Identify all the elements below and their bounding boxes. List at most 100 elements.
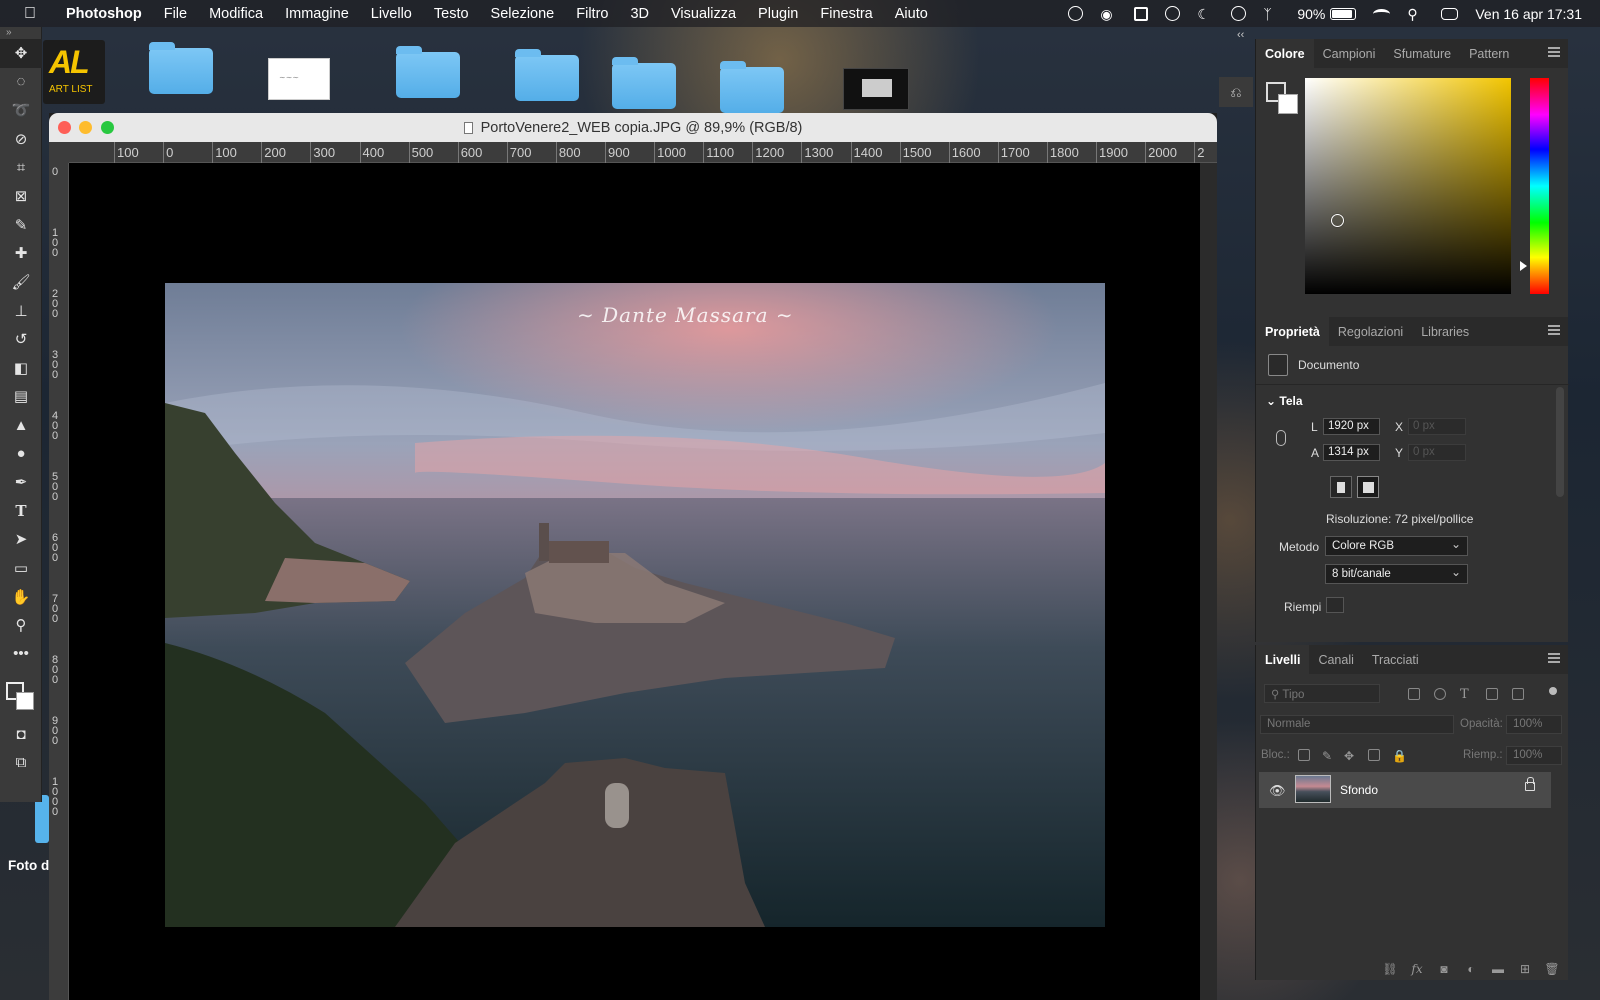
- blend-mode-select[interactable]: Normale: [1260, 715, 1454, 734]
- menu-3d[interactable]: 3D: [630, 6, 649, 22]
- color-panel-swatches[interactable]: [1266, 82, 1302, 118]
- canvas-section-header[interactable]: ⌄ Tela: [1266, 394, 1303, 408]
- layer-thumbnail[interactable]: [1295, 775, 1331, 803]
- document-titlebar[interactable]: PortoVenere2_WEB copia.JPG @ 89,9% (RGB/…: [49, 113, 1217, 142]
- tab-sfumature[interactable]: Sfumature: [1384, 39, 1460, 68]
- new-group-icon[interactable]: ▬: [1491, 962, 1505, 976]
- background-color-swatch[interactable]: [1278, 94, 1298, 114]
- menu-visualizza[interactable]: Visualizza: [671, 6, 736, 22]
- properties-scrollbar[interactable]: [1556, 387, 1564, 497]
- desktop-item-label[interactable]: Foto d: [8, 858, 49, 873]
- menu-file[interactable]: File: [164, 6, 187, 22]
- search-icon[interactable]: ⚲: [1407, 6, 1424, 22]
- horizontal-ruler[interactable]: 100 0 100 200 300 400 500 600 700 800 900 1000 1100 1…: [69, 142, 1217, 163]
- lock-artboard-icon[interactable]: [1368, 749, 1380, 761]
- app-name-menu[interactable]: Photoshop: [66, 6, 142, 22]
- vertical-ruler[interactable]: 0 1 0 0 2 0 0 3 0 0 4 0 0 5 0 0 6 0 0 7 0 0 8 0 …: [49, 163, 69, 1000]
- history-brush-tool-icon[interactable]: ↺: [0, 325, 42, 354]
- canvas-area[interactable]: ∼ Dante Massara ∼: [69, 163, 1200, 1000]
- creative-cloud-icon[interactable]: [1068, 6, 1084, 21]
- gradient-tool-icon[interactable]: ▤: [0, 382, 42, 411]
- marquee-tool-icon[interactable]: ◌: [0, 68, 42, 97]
- canvas-fill-swatch[interactable]: [1326, 597, 1344, 613]
- layer-name[interactable]: Sfondo: [1340, 783, 1378, 797]
- minimize-window-button[interactable]: [79, 121, 92, 134]
- menu-plugin[interactable]: Plugin: [758, 6, 798, 22]
- crop-tool-icon[interactable]: ⌗: [0, 153, 42, 182]
- tab-pattern[interactable]: Pattern: [1460, 39, 1518, 68]
- healing-brush-tool-icon[interactable]: ✚: [0, 239, 42, 268]
- adjustment-layer-icon[interactable]: ◐: [1464, 962, 1478, 976]
- menu-filtro[interactable]: Filtro: [576, 6, 608, 22]
- filter-toggle-icon[interactable]: [1549, 687, 1557, 695]
- layer-filter-select[interactable]: ⚲ Tipo: [1264, 684, 1380, 703]
- wifi-icon[interactable]: [1373, 8, 1391, 19]
- quick-select-tool-icon[interactable]: ⊘: [0, 125, 42, 154]
- rectangle-tool-icon[interactable]: ▭: [0, 554, 42, 583]
- tab-proprieta[interactable]: Proprietà: [1256, 317, 1329, 346]
- battery-indicator[interactable]: 90%: [1297, 6, 1357, 22]
- more-tools-icon[interactable]: •••: [0, 639, 42, 668]
- desktop-folder-partial[interactable]: [35, 795, 49, 843]
- control-center-icon[interactable]: [1441, 7, 1459, 20]
- vertical-scrollbar[interactable]: [1200, 163, 1217, 1000]
- ruler-corner[interactable]: [49, 142, 69, 163]
- brush-tool-icon[interactable]: 🖌: [0, 268, 42, 297]
- tab-tracciati[interactable]: Tracciati: [1363, 645, 1428, 674]
- bit-depth-select[interactable]: 8 bit/canale: [1325, 564, 1468, 584]
- delete-layer-icon[interactable]: 🗑: [1544, 962, 1559, 976]
- hue-slider-handle[interactable]: [1520, 261, 1527, 271]
- y-input[interactable]: 0 px: [1408, 444, 1466, 461]
- chevron-down-icon[interactable]: ⌄: [1266, 394, 1276, 408]
- vpn-icon[interactable]: [1165, 6, 1181, 21]
- new-layer-icon[interactable]: ⊞: [1518, 962, 1532, 976]
- clone-stamp-tool-icon[interactable]: ⊥: [0, 296, 42, 325]
- menu-finestra[interactable]: Finestra: [820, 6, 872, 22]
- quick-mask-icon[interactable]: ◘: [0, 720, 42, 749]
- dodge-tool-icon[interactable]: ●: [0, 439, 42, 468]
- apple-menu-icon[interactable]: : [24, 5, 44, 23]
- lasso-tool-icon[interactable]: ➰: [0, 96, 42, 125]
- path-select-tool-icon[interactable]: ➤: [0, 525, 42, 554]
- menu-selezione[interactable]: Selezione: [491, 6, 555, 22]
- frame-tool-icon[interactable]: ⊠: [0, 182, 42, 211]
- add-mask-icon[interactable]: ◙: [1437, 962, 1451, 976]
- layer-lock-icon[interactable]: [1525, 777, 1535, 791]
- document-image[interactable]: ∼ Dante Massara ∼: [165, 283, 1105, 927]
- layer-row[interactable]: 👁 Sfondo: [1259, 772, 1551, 808]
- hue-slider[interactable]: [1530, 78, 1549, 294]
- width-input[interactable]: 1920 px: [1323, 418, 1380, 435]
- background-swatch[interactable]: [16, 692, 34, 711]
- portrait-orientation-button[interactable]: [1330, 476, 1352, 498]
- x-input[interactable]: 0 px: [1408, 418, 1466, 435]
- desktop-folder-3[interactable]: [515, 49, 579, 101]
- color-picker-cursor[interactable]: [1331, 214, 1344, 227]
- menu-modifica[interactable]: Modifica: [209, 6, 263, 22]
- tab-canali[interactable]: Canali: [1309, 645, 1362, 674]
- fill-input[interactable]: 100%: [1506, 746, 1562, 765]
- blur-tool-icon[interactable]: ▲: [0, 411, 42, 440]
- menu-immagine[interactable]: Immagine: [285, 6, 349, 22]
- panel-menu-icon[interactable]: [1548, 325, 1560, 335]
- visibility-eye-icon[interactable]: 👁: [1269, 783, 1286, 799]
- close-window-button[interactable]: [58, 121, 71, 134]
- desktop-folder-4[interactable]: [612, 57, 676, 109]
- filter-type-icon[interactable]: T: [1460, 687, 1472, 702]
- tab-colore[interactable]: Colore: [1256, 39, 1314, 68]
- move-tool-icon[interactable]: ✥: [0, 39, 42, 68]
- lock-all-icon[interactable]: 🔒: [1392, 749, 1407, 763]
- layout-icon[interactable]: [1134, 6, 1149, 21]
- tab-livelli[interactable]: Livelli: [1256, 645, 1310, 674]
- artlist-logo[interactable]: AL ART LIST: [43, 40, 105, 104]
- hand-tool-icon[interactable]: ✋: [0, 582, 42, 611]
- tab-libraries[interactable]: Libraries: [1412, 317, 1478, 346]
- toolbar-collapse-icon[interactable]: »: [0, 27, 41, 39]
- opacity-input[interactable]: 100%: [1506, 715, 1562, 734]
- history-panel-icon[interactable]: ⎌: [1219, 77, 1253, 107]
- saturation-brightness-field[interactable]: [1305, 78, 1511, 294]
- filter-adjustment-icon[interactable]: [1434, 688, 1446, 700]
- filter-shape-icon[interactable]: [1486, 688, 1498, 700]
- tab-campioni[interactable]: Campioni: [1314, 39, 1385, 68]
- desktop-folder-2[interactable]: [396, 46, 460, 98]
- desktop-file-signature[interactable]: ∼∼∼: [268, 58, 330, 100]
